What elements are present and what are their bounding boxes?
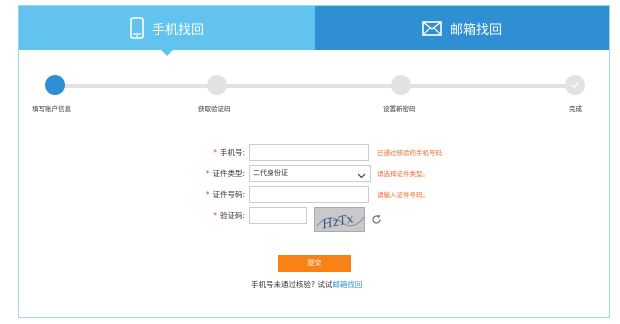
id-number-label: * 证件号码: — [165, 186, 245, 204]
step-2-label: 获取验证码 — [198, 105, 231, 113]
tab-email-recovery[interactable]: 邮箱找回 — [315, 6, 609, 50]
tab-phone-label: 手机找回 — [151, 22, 204, 38]
tab-bar: 手机找回 邮箱找回 — [19, 6, 609, 56]
id-number-input[interactable] — [249, 186, 369, 203]
required-marker: * — [213, 211, 217, 220]
step-4-marker — [565, 75, 585, 95]
alt-recovery-text: 手机号未通过核验? 试试 — [251, 280, 333, 289]
tab-email-label: 邮箱找回 — [449, 22, 502, 38]
phone-input[interactable] — [249, 144, 369, 161]
captcha-image[interactable]: HzTx — [314, 207, 365, 232]
required-marker: * — [205, 190, 210, 199]
progress-steps: 填写账户信息 获取验证码 设置新密码 完成 — [19, 50, 609, 120]
id-number-row: * 证件号码: 请输入证件号码。 — [19, 186, 609, 204]
submit-button[interactable]: 提交 — [278, 255, 351, 272]
email-recovery-link[interactable]: 邮箱找回 — [332, 280, 362, 289]
step-3-marker — [391, 75, 411, 95]
captcha-label: * 验证码: — [165, 207, 245, 225]
captcha-text: HzTx — [320, 211, 355, 232]
tab-phone-recovery[interactable]: 手机找回 — [19, 6, 315, 56]
mobile-phone-icon — [130, 17, 144, 39]
refresh-icon[interactable] — [371, 210, 382, 229]
phone-row: * 手机号: 已通过核验的手机号码 — [19, 144, 609, 162]
captcha-input[interactable] — [249, 207, 307, 224]
captcha-row: * 验证码: HzTx — [19, 207, 609, 233]
id-type-hint: 请选择证件类型。 — [377, 170, 429, 178]
chevron-down-icon — [357, 170, 366, 185]
id-number-label-text: 证件号码: — [212, 190, 245, 199]
phone-label-text: 手机号: — [219, 148, 245, 157]
step-1-label: 填写账户信息 — [32, 105, 71, 113]
required-marker: * — [205, 169, 210, 178]
phone-label: * 手机号: — [165, 144, 245, 162]
step-1-marker — [42, 72, 66, 96]
id-type-selected: 二代身份证 — [253, 169, 288, 177]
step-4-label: 完成 — [569, 105, 582, 113]
step-2-marker — [207, 75, 227, 95]
id-type-row: * 证件类型: 二代身份证 请选择证件类型。 — [19, 165, 609, 183]
captcha-label-text: 验证码: — [219, 211, 245, 220]
alt-recovery-prompt: 手机号未通过核验? 试试邮箱找回 — [251, 279, 362, 290]
step-3-label: 设置新密码 — [383, 105, 416, 113]
phone-hint: 已通过核验的手机号码 — [377, 149, 442, 157]
envelope-icon — [422, 20, 442, 36]
progress-track — [55, 84, 575, 88]
recovery-panel: 手机找回 邮箱找回 填写账户信息 获取验证码 设置新密码 完成 * 手机号: 已通… — [18, 5, 610, 318]
id-type-label: * 证件类型: — [165, 165, 245, 183]
id-type-select[interactable]: 二代身份证 — [249, 165, 371, 182]
check-icon — [571, 82, 579, 89]
id-number-hint: 请输入证件号码。 — [377, 191, 429, 199]
id-type-label-text: 证件类型: — [212, 169, 245, 178]
required-marker: * — [213, 148, 217, 157]
